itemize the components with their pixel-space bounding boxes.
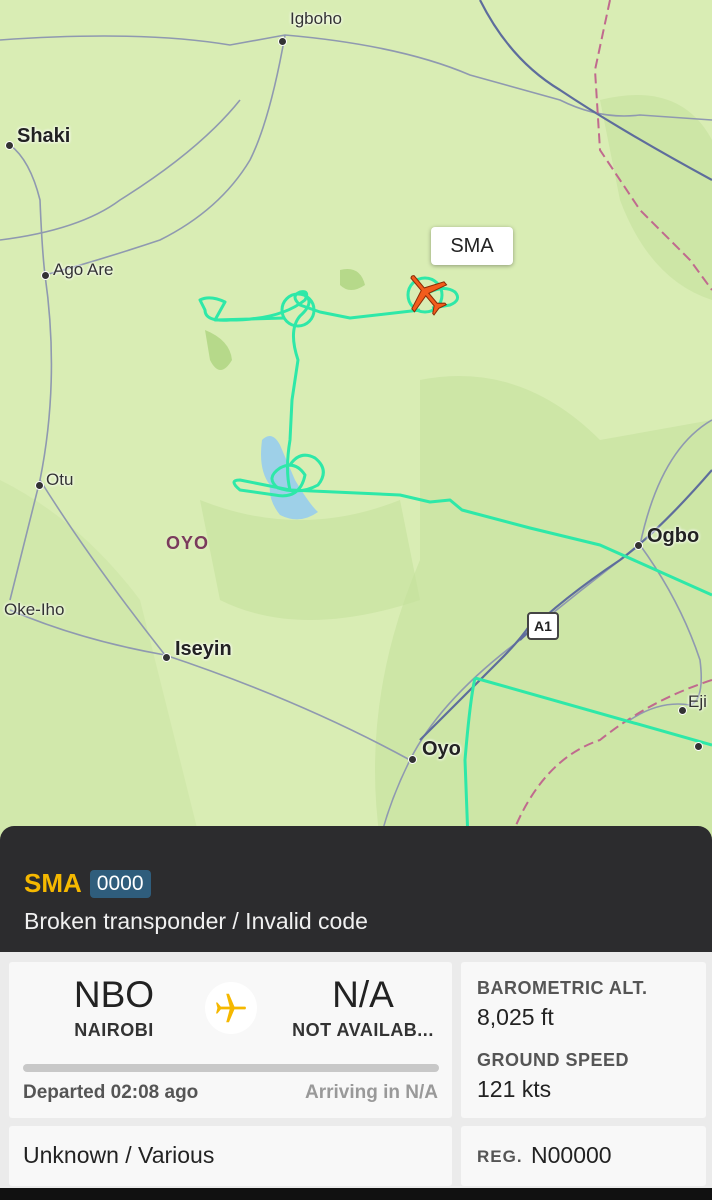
place-label-igboho: Igboho (290, 9, 342, 28)
place-label-eji: Eji (688, 692, 707, 711)
place-dot-shaki (5, 141, 14, 150)
registration-card[interactable]: REG. N00000 (461, 1126, 706, 1186)
callsign: SMA (24, 868, 82, 898)
place-dot-iseyin (162, 653, 171, 662)
place-label-ogbo: Ogbo (647, 525, 700, 547)
flight-header: SMA 0000 (24, 868, 151, 899)
aircraft-type-card[interactable]: Unknown / Various (9, 1126, 452, 1186)
departed-text: Departed 02:08 ago (23, 1082, 199, 1103)
place-dot-eji (678, 706, 687, 715)
reg-value: N00000 (531, 1142, 612, 1168)
flight-progress-bar (23, 1064, 439, 1072)
squawk-description: Broken transponder / Invalid code (24, 908, 368, 934)
flight-map[interactable]: SMA A1 Igboho Shaki Ago Are Otu Oke-Iho … (0, 0, 712, 840)
place-dot-otu (35, 481, 44, 490)
place-dot-east (694, 742, 703, 751)
flight-info-panel[interactable]: SMA 0000 Broken transponder / Invalid co… (0, 826, 712, 1200)
region-label-oyo: OYO (166, 533, 210, 553)
map-canvas (0, 0, 712, 840)
destination-code: N/A (332, 974, 394, 1015)
altitude-speed-card[interactable]: BAROMETRIC ALT. 8,025 ft GROUND SPEED 12… (461, 962, 706, 1118)
origin-code: NBO (73, 974, 155, 1015)
aircraft-callout[interactable]: SMA (431, 227, 513, 265)
place-label-oyo: Oyo (422, 738, 461, 760)
route-card[interactable]: NBO NAIROBI N/A NOT AVAILAB... Departed … (9, 962, 452, 1118)
place-dot-igboho (278, 37, 287, 46)
place-dot-oyo (408, 755, 417, 764)
place-label-oke-iho: Oke-Iho (4, 600, 65, 619)
place-label-ago-are: Ago Are (53, 260, 114, 279)
place-label-iseyin: Iseyin (175, 638, 232, 660)
origin-city: NAIROBI (74, 1020, 154, 1040)
road-shield-a1: A1 (527, 612, 559, 640)
place-label-otu: Otu (46, 470, 74, 489)
reg-label: REG. (477, 1147, 523, 1166)
squawk-badge: 0000 (89, 869, 151, 898)
place-dot-ago-are (41, 271, 50, 280)
airplane-icon (205, 982, 257, 1034)
place-label-shaki: Shaki (17, 125, 71, 147)
ground-speed-value: 121 kts (477, 1076, 552, 1102)
place-dot-ogbo (634, 541, 643, 550)
ground-speed-label: GROUND SPEED (477, 1050, 630, 1070)
aircraft-type: Unknown / Various (23, 1142, 215, 1168)
flight-details: NBO NAIROBI N/A NOT AVAILAB... Departed … (0, 952, 712, 1200)
baro-alt-label: BAROMETRIC ALT. (477, 978, 648, 998)
arriving-text: Arriving in N/A (304, 1082, 438, 1103)
aircraft-marker-icon[interactable] (401, 268, 451, 318)
bottom-tab-bar[interactable] (0, 1188, 712, 1200)
destination-city: NOT AVAILAB... (292, 1020, 434, 1040)
baro-alt-value: 8,025 ft (477, 1004, 554, 1030)
